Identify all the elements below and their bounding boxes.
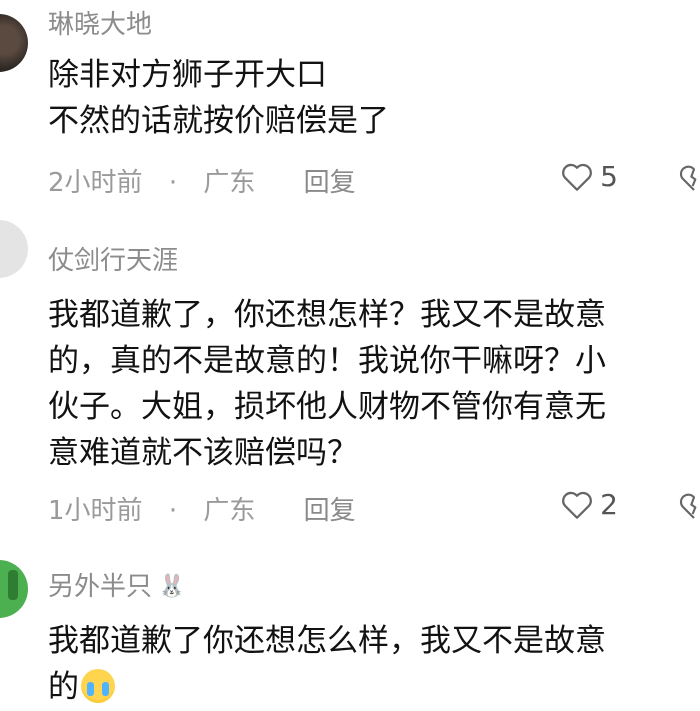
comment-location: 广东	[203, 168, 256, 198]
like-count: 5	[600, 160, 618, 193]
comment-line: 我都道歉了，你还想怎样？我又不是故意	[48, 297, 606, 333]
comment-body: 除非对方狮子开大口 不然的话就按价赔偿是了	[48, 52, 690, 144]
comment-meta: 2小时前 · 广东 回复	[48, 162, 356, 199]
reply-button[interactable]: 回复	[304, 490, 356, 527]
like-button[interactable]: 2	[560, 488, 618, 521]
avatar[interactable]	[0, 14, 28, 72]
comment-username[interactable]: 仗剑行天涯	[48, 240, 178, 277]
comment-time: 2小时前	[48, 168, 143, 198]
comment-line: 伙子。大姐，损坏他人财物不管你有意无	[48, 389, 606, 425]
crying-face-emoji-icon	[81, 669, 115, 703]
comment-body: 我都道歉了，你还想怎样？我又不是故意 的，真的不是故意的！我说你干嘛呀？小 伙子…	[48, 292, 690, 476]
broken-heart-icon[interactable]	[678, 162, 700, 194]
heart-outline-icon	[562, 163, 593, 191]
avatar[interactable]	[0, 220, 28, 278]
meta-separator: ·	[168, 496, 178, 526]
like-button[interactable]: 5	[560, 160, 618, 193]
comment-line-text: 的	[48, 669, 79, 705]
like-count: 2	[600, 488, 618, 521]
broken-heart-icon[interactable]	[678, 490, 700, 522]
comment-time: 1小时前	[48, 496, 143, 526]
avatar[interactable]	[0, 560, 28, 618]
comment-line: 意难道就不该赔偿吗？	[48, 435, 358, 471]
comment-line: 的	[48, 664, 690, 710]
reply-button[interactable]: 回复	[304, 162, 356, 199]
comment-line: 不然的话就按价赔偿是了	[48, 103, 389, 139]
comment-username-text: 另外半只	[48, 572, 153, 602]
comment-username[interactable]: 琳晓大地	[48, 4, 152, 41]
comment-username[interactable]: 另外半只 🐰	[48, 566, 185, 603]
comment-body: 我都道歉了你还想怎么样，我又不是故意 的	[48, 618, 690, 710]
heart-outline-icon	[562, 491, 593, 519]
comment-line: 的，真的不是故意的！我说你干嘛呀？小	[48, 343, 606, 379]
comment-line: 除非对方狮子开大口	[48, 57, 327, 93]
meta-separator: ·	[168, 168, 178, 198]
comment-meta: 1小时前 · 广东 回复	[48, 490, 356, 527]
comment-location: 广东	[203, 496, 256, 526]
bunny-icon: 🐰	[158, 574, 186, 599]
comment-line: 我都道歉了你还想怎么样，我又不是故意	[48, 623, 606, 659]
